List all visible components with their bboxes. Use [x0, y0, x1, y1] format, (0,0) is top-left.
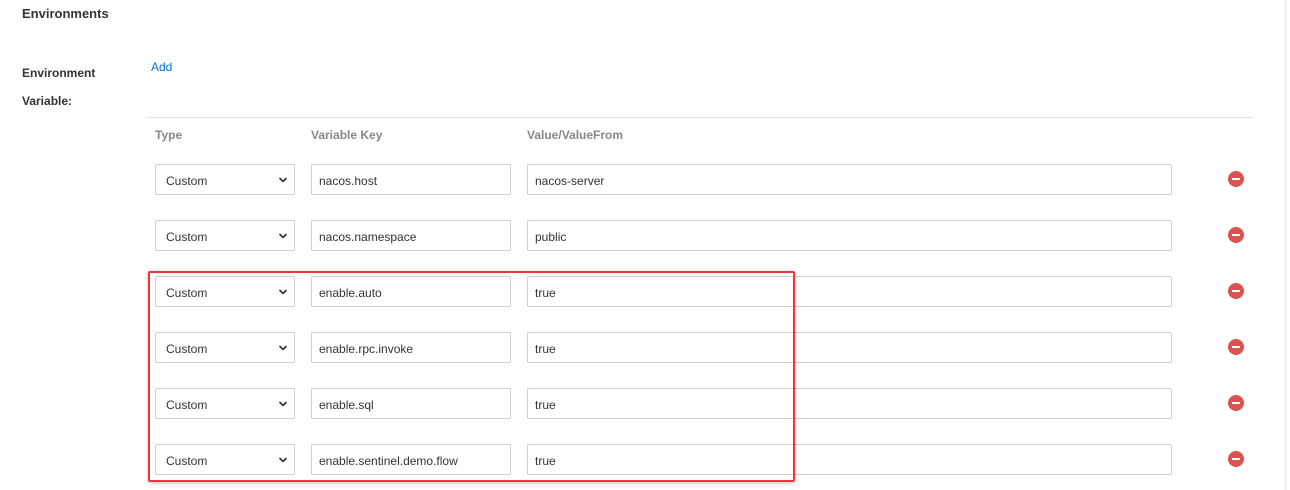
- type-select-value: Custom: [166, 398, 208, 412]
- chevron-down-icon: [278, 345, 288, 351]
- type-column-header: Type: [155, 128, 183, 142]
- chevron-down-icon: [278, 233, 288, 239]
- remove-circle-icon[interactable]: [1228, 451, 1244, 467]
- variable-key-value: nacos.namespace: [319, 230, 417, 244]
- chevron-down-icon: [278, 177, 288, 183]
- remove-circle-icon[interactable]: [1228, 395, 1244, 411]
- chevron-down-icon: [278, 401, 288, 407]
- variable-key-value: enable.auto: [319, 286, 382, 300]
- type-select[interactable]: Custom: [155, 332, 295, 363]
- remove-circle-icon[interactable]: [1228, 283, 1244, 299]
- chevron-down-icon: [278, 457, 288, 463]
- env-variable-row: Custom enable.sentinel.demo.flow true: [0, 444, 1290, 475]
- type-select-value: Custom: [166, 342, 208, 356]
- type-select[interactable]: Custom: [155, 164, 295, 195]
- variable-key-value: enable.rpc.invoke: [319, 342, 414, 356]
- variable-key-input[interactable]: enable.sentinel.demo.flow: [311, 444, 511, 475]
- variable-value-value: true: [535, 454, 556, 468]
- env-variable-row: Custom nacos.host nacos-server: [0, 164, 1290, 195]
- variable-key-input[interactable]: enable.sql: [311, 388, 511, 419]
- type-select-value: Custom: [166, 230, 208, 244]
- type-select[interactable]: Custom: [155, 444, 295, 475]
- variable-value-value: true: [535, 398, 556, 412]
- type-select[interactable]: Custom: [155, 276, 295, 307]
- environments-page: Environments Environment Variable: Add T…: [0, 0, 1290, 490]
- variable-key-value: enable.sentinel.demo.flow: [319, 454, 458, 468]
- env-variable-row: Custom enable.auto true: [0, 276, 1290, 307]
- variable-key-input[interactable]: enable.rpc.invoke: [311, 332, 511, 363]
- type-select-value: Custom: [166, 454, 208, 468]
- type-select-value: Custom: [166, 174, 208, 188]
- variable-key-input[interactable]: enable.auto: [311, 276, 511, 307]
- variable-value-value: nacos-server: [535, 174, 605, 188]
- remove-circle-icon[interactable]: [1228, 227, 1244, 243]
- environment-variable-label: Environment Variable:: [22, 66, 96, 108]
- remove-circle-icon[interactable]: [1228, 339, 1244, 355]
- table-divider: [146, 117, 1253, 118]
- variable-value-input[interactable]: true: [527, 332, 1172, 363]
- remove-circle-icon[interactable]: [1228, 171, 1244, 187]
- variable-value-value: true: [535, 342, 556, 356]
- variable-value-input[interactable]: true: [527, 388, 1172, 419]
- value-column-header: Value/ValueFrom: [527, 128, 624, 142]
- type-select-value: Custom: [166, 286, 208, 300]
- env-variable-row: Custom enable.rpc.invoke true: [0, 332, 1290, 363]
- variable-value-input[interactable]: public: [527, 220, 1172, 251]
- add-variable-link[interactable]: Add: [151, 60, 172, 74]
- variable-key-input[interactable]: nacos.namespace: [311, 220, 511, 251]
- chevron-down-icon: [278, 289, 288, 295]
- variable-key-input[interactable]: nacos.host: [311, 164, 511, 195]
- type-select[interactable]: Custom: [155, 388, 295, 419]
- variable-key-column-header: Variable Key: [311, 128, 383, 142]
- variable-key-value: nacos.host: [319, 174, 378, 188]
- variable-key-value: enable.sql: [319, 398, 374, 412]
- env-variable-row: Custom enable.sql true: [0, 388, 1290, 419]
- variable-value-input[interactable]: nacos-server: [527, 164, 1172, 195]
- variable-value-value: public: [535, 230, 567, 244]
- env-variable-row: Custom nacos.namespace public: [0, 220, 1290, 251]
- section-title: Environments: [22, 6, 109, 21]
- variable-value-value: true: [535, 286, 556, 300]
- type-select[interactable]: Custom: [155, 220, 295, 251]
- variable-value-input[interactable]: true: [527, 444, 1172, 475]
- variable-value-input[interactable]: true: [527, 276, 1172, 307]
